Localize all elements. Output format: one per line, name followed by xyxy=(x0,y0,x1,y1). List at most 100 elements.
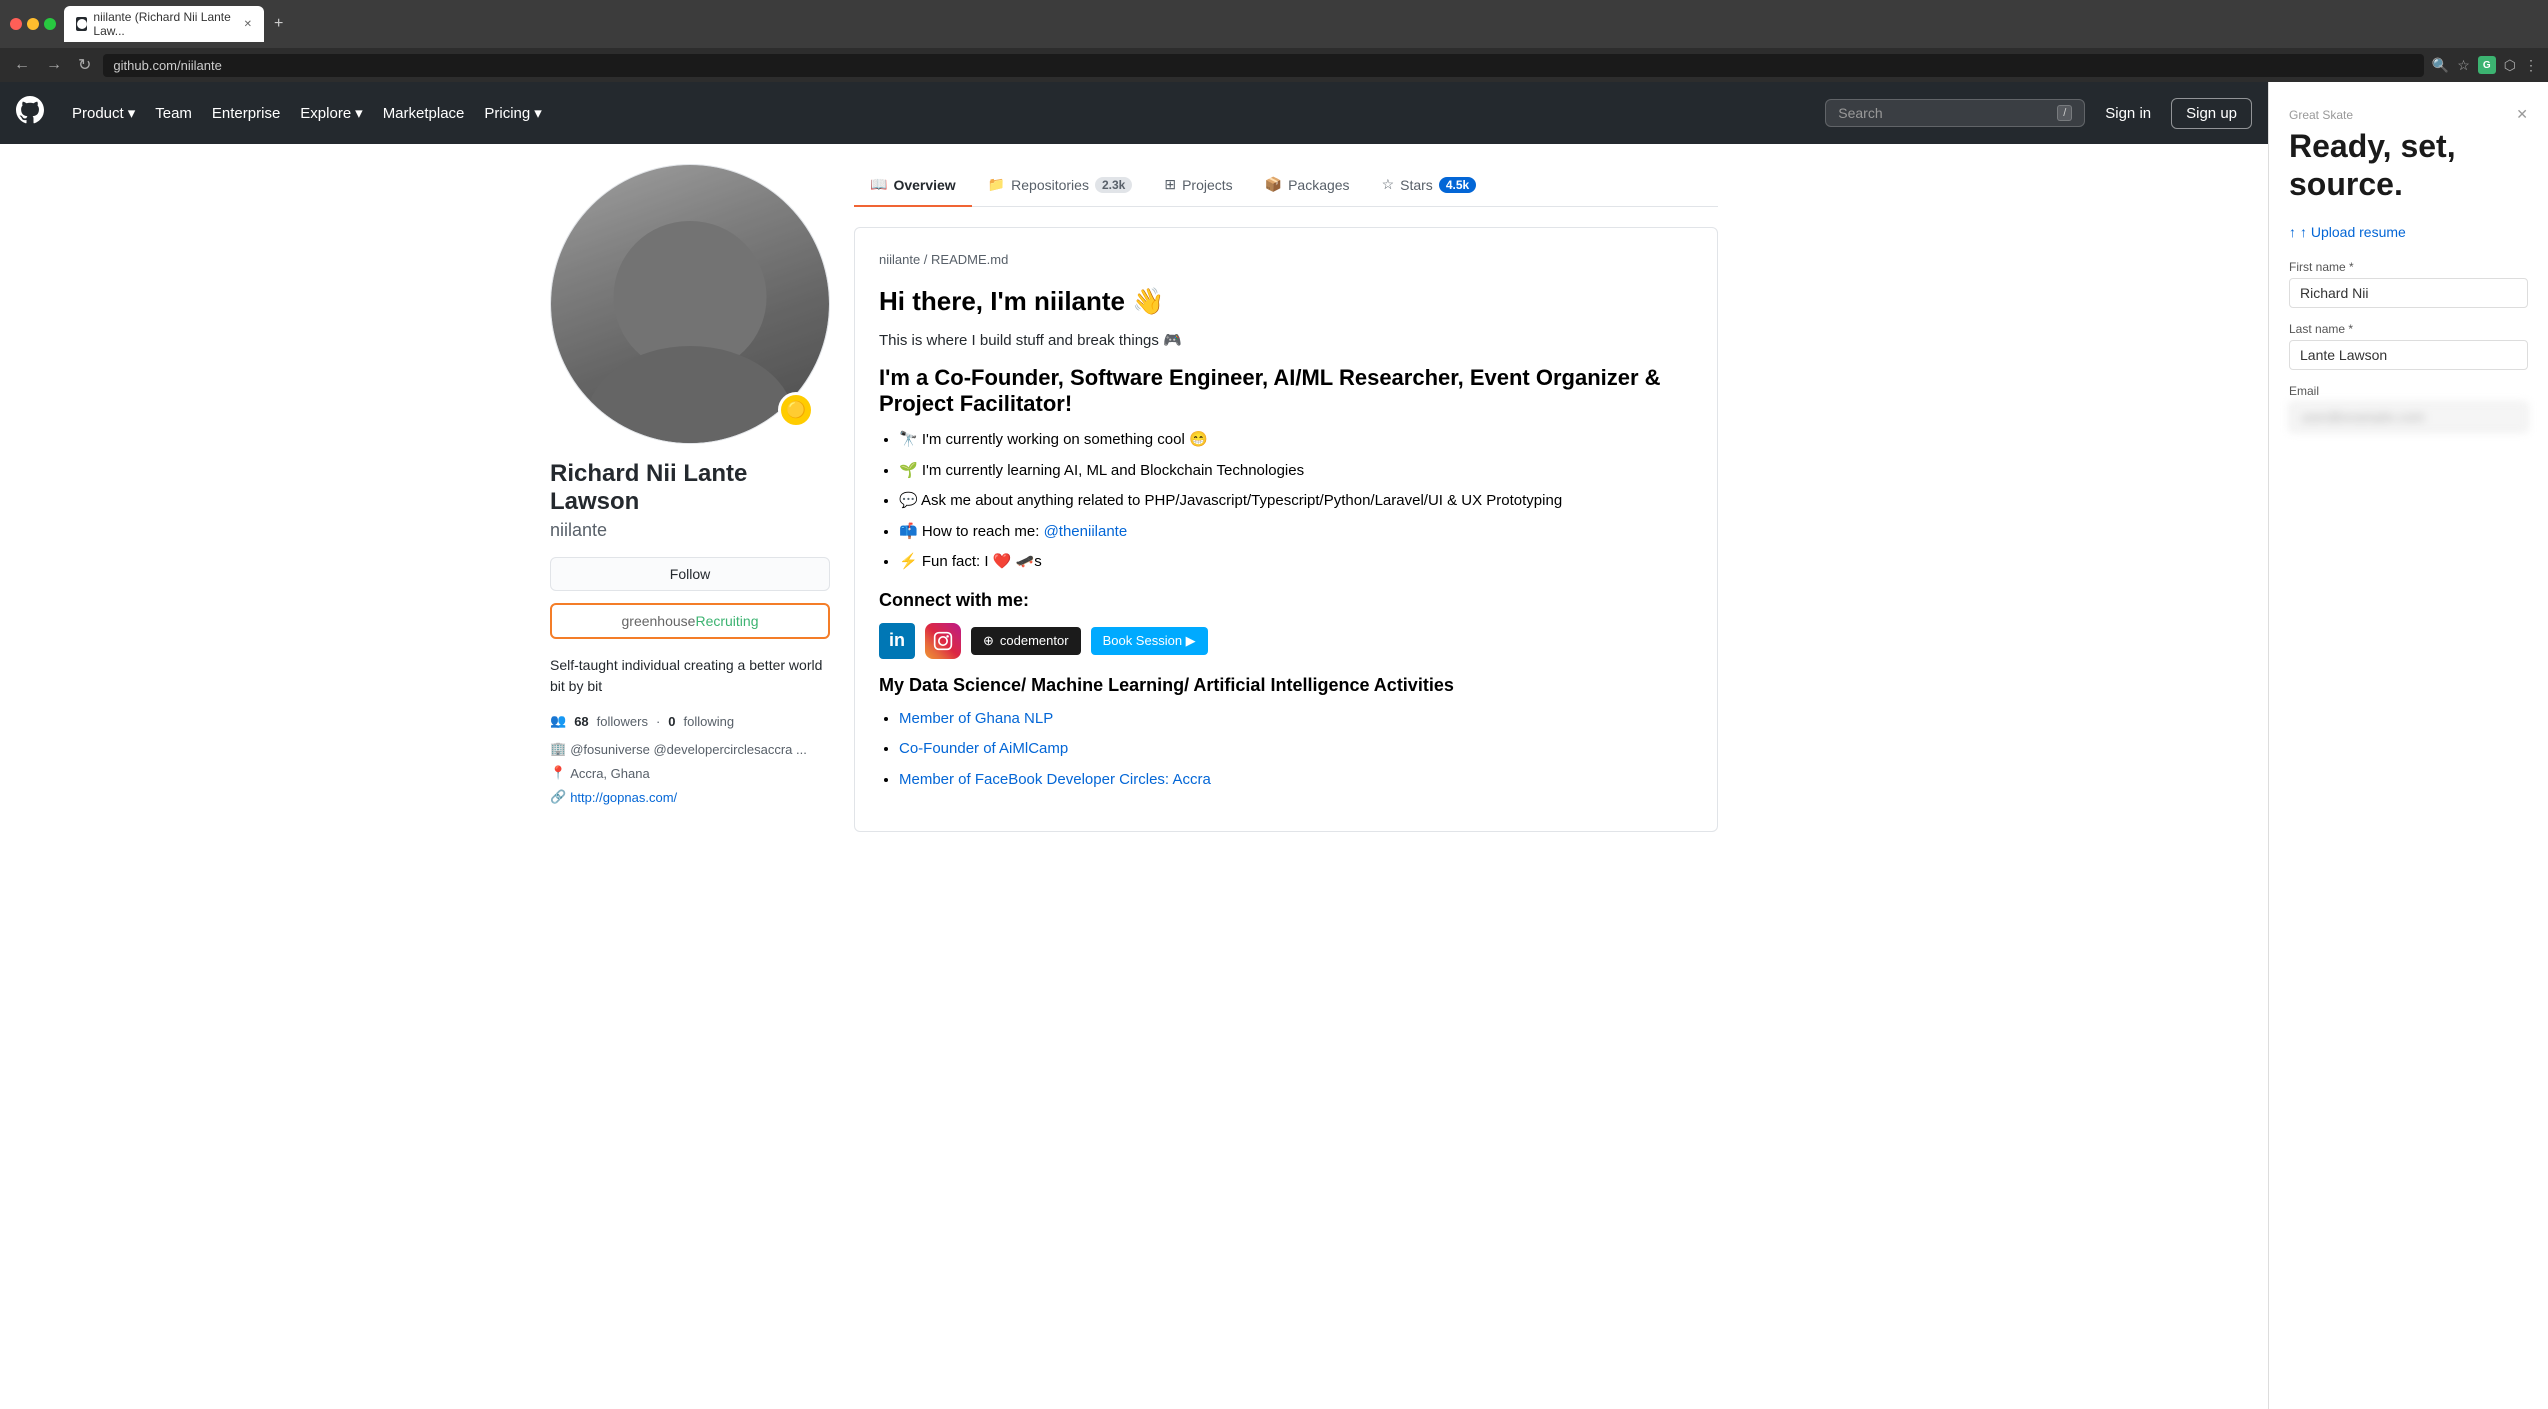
sign-in-link[interactable]: Sign in xyxy=(2105,105,2151,122)
twitter-link[interactable]: @theniilante xyxy=(1044,523,1128,540)
nav-explore[interactable]: Explore ▾ xyxy=(300,104,362,122)
linkedin-icon[interactable]: in xyxy=(879,623,915,659)
forward-button[interactable]: → xyxy=(42,54,66,76)
readme-path: niilante / README.md xyxy=(879,252,1693,267)
email-label: Email xyxy=(2289,384,2528,398)
bullet-4: 📫 How to reach me: @theniilante xyxy=(899,521,1693,544)
search-shortcut: / xyxy=(2057,105,2072,121)
codementor-icon: ⊕ xyxy=(983,633,994,649)
followers-count[interactable]: 68 xyxy=(574,714,588,729)
projects-icon: ⊞ xyxy=(1164,176,1176,193)
github-logo[interactable] xyxy=(16,96,44,131)
back-button[interactable]: ← xyxy=(10,54,34,76)
tab-overview[interactable]: 📖 Overview xyxy=(854,164,972,207)
avatar-badge: 🟡 xyxy=(778,392,814,428)
codementor-label: codementor xyxy=(1000,633,1069,648)
greenhouse-label-green: Recruiting xyxy=(695,613,758,629)
readme-bullets: 🔭 I'm currently working on something coo… xyxy=(879,429,1693,574)
readme-intro: This is where I build stuff and break th… xyxy=(879,331,1693,349)
link-icon: 🔗 xyxy=(550,789,566,805)
instagram-icon[interactable] xyxy=(925,623,961,659)
email-field-group: Email xyxy=(2289,384,2528,446)
browser-tab[interactable]: niilante (Richard Nii Lante Law... ✕ xyxy=(64,6,264,42)
profile-stats: 👥 68 followers · 0 following xyxy=(550,713,830,729)
profile-website[interactable]: 🔗 http://gopnas.com/ xyxy=(550,789,830,805)
first-name-field-group: First name * xyxy=(2289,260,2528,322)
bullet-3: 💬 Ask me about anything related to PHP/J… xyxy=(899,490,1693,513)
ds-link-2-anchor[interactable]: Co-Founder of AiMlCamp xyxy=(899,740,1068,757)
readme-headline: I'm a Co-Founder, Software Engineer, AI/… xyxy=(879,365,1693,417)
bullet-1: 🔭 I'm currently working on something coo… xyxy=(899,429,1693,452)
address-bar[interactable] xyxy=(103,54,2423,77)
orgs-text: @fosuniverse @developercirclesaccra ... xyxy=(570,742,807,757)
greenhouse-panel-title: Ready, set, source. xyxy=(2289,127,2528,204)
new-tab-button[interactable]: + xyxy=(274,15,283,33)
greenhouse-close-button[interactable]: ✕ xyxy=(2516,106,2528,123)
nav-marketplace[interactable]: Marketplace xyxy=(383,105,465,122)
fullscreen-traffic-light[interactable] xyxy=(44,18,56,30)
bookmark-icon[interactable]: ☆ xyxy=(2457,57,2470,74)
ds-link-3-anchor[interactable]: Member of FaceBook Developer Circles: Ac… xyxy=(899,771,1211,788)
bullet-5: ⚡ Fun fact: I ❤️ 🛹s xyxy=(899,551,1693,574)
nav-pricing[interactable]: Pricing ▾ xyxy=(484,104,541,122)
followers-label: followers xyxy=(597,714,648,729)
ds-link-2: Co-Founder of AiMlCamp xyxy=(899,738,1693,761)
github-page: Product ▾ Team Enterprise Explore ▾ Mark… xyxy=(0,82,2268,1409)
nav-enterprise[interactable]: Enterprise xyxy=(212,105,280,122)
first-name-input[interactable] xyxy=(2289,278,2528,308)
menu-icon[interactable]: ⋮ xyxy=(2524,57,2538,74)
browser-icons: 🔍 ☆ G ⬡ ⋮ xyxy=(2432,56,2538,74)
tab-close-icon[interactable]: ✕ xyxy=(244,19,252,30)
pricing-chevron-icon: ▾ xyxy=(534,104,542,122)
stars-count: 4.5k xyxy=(1439,177,1476,193)
minimize-traffic-light[interactable] xyxy=(27,18,39,30)
email-input[interactable] xyxy=(2289,402,2528,432)
profile-sidebar: 🟡 Richard Nii Lante Lawson niilante Foll… xyxy=(550,164,830,832)
tab-repositories[interactable]: 📁 Repositories 2.3k xyxy=(972,164,1149,207)
last-name-input[interactable] xyxy=(2289,340,2528,370)
refresh-button[interactable]: ↻ xyxy=(74,53,95,77)
profile-orgs: 🏢 @fosuniverse @developercirclesaccra ..… xyxy=(550,741,830,757)
codementor-badge[interactable]: ⊕ codementor xyxy=(971,627,1081,655)
extension-icon[interactable]: ⬡ xyxy=(2504,57,2516,74)
upload-resume-link[interactable]: ↑ ↑ Upload resume xyxy=(2289,224,2528,240)
ds-heading: My Data Science/ Machine Learning/ Artif… xyxy=(879,675,1693,696)
greenhouse-extension-icon[interactable]: G xyxy=(2478,56,2496,74)
repos-count: 2.3k xyxy=(1095,177,1132,193)
star-icon: ☆ xyxy=(1382,176,1395,193)
connect-icons: in ⊕ codementor Book Session ▶ xyxy=(879,623,1693,659)
book-session-button[interactable]: Book Session ▶ xyxy=(1091,627,1208,655)
nav-team[interactable]: Team xyxy=(155,105,192,122)
browser-chrome: niilante (Richard Nii Lante Law... ✕ + xyxy=(0,0,2548,48)
search-bar[interactable]: Search / xyxy=(1825,99,2085,127)
profile-main: 📖 Overview 📁 Repositories 2.3k ⊞ Project… xyxy=(854,164,1718,832)
following-label: following xyxy=(684,714,735,729)
nav-product[interactable]: Product ▾ xyxy=(72,104,135,122)
address-bar-row: ← → ↻ 🔍 ☆ G ⬡ ⋮ xyxy=(0,48,2548,82)
tab-title: niilante (Richard Nii Lante Law... xyxy=(93,10,233,38)
tab-stars[interactable]: ☆ Stars 4.5k xyxy=(1366,164,1493,207)
connect-heading: Connect with me: xyxy=(879,590,1693,611)
follow-button[interactable]: Follow xyxy=(550,557,830,591)
first-name-label: First name * xyxy=(2289,260,2528,274)
location-text: Accra, Ghana xyxy=(570,766,650,781)
following-count[interactable]: 0 xyxy=(668,714,675,729)
greenhouse-recruiting-button[interactable]: greenhouseRecruiting xyxy=(550,603,830,639)
people-icon: 👥 xyxy=(550,713,566,729)
tab-packages[interactable]: 📦 Packages xyxy=(1249,164,1366,207)
sign-up-button[interactable]: Sign up xyxy=(2171,98,2252,129)
profile-bio: Self-taught individual creating a better… xyxy=(550,655,830,697)
main-nav: Product ▾ Team Enterprise Explore ▾ Mark… xyxy=(0,82,2268,144)
ds-links-list: Member of Ghana NLP Co-Founder of AiMlCa… xyxy=(879,708,1693,792)
product-chevron-icon: ▾ xyxy=(128,104,136,122)
readme-greeting: Hi there, I'm niilante 👋 xyxy=(879,283,1693,319)
last-name-label: Last name * xyxy=(2289,322,2528,336)
zoom-icon[interactable]: 🔍 xyxy=(2432,57,2449,74)
bullet-2: 🌱 I'm currently learning AI, ML and Bloc… xyxy=(899,460,1693,483)
close-traffic-light[interactable] xyxy=(10,18,22,30)
profile-location: 📍 Accra, Ghana xyxy=(550,765,830,781)
ds-link-1-anchor[interactable]: Member of Ghana NLP xyxy=(899,710,1053,727)
tab-projects[interactable]: ⊞ Projects xyxy=(1148,164,1248,207)
traffic-lights xyxy=(10,18,56,30)
profile-tabs: 📖 Overview 📁 Repositories 2.3k ⊞ Project… xyxy=(854,164,1718,207)
